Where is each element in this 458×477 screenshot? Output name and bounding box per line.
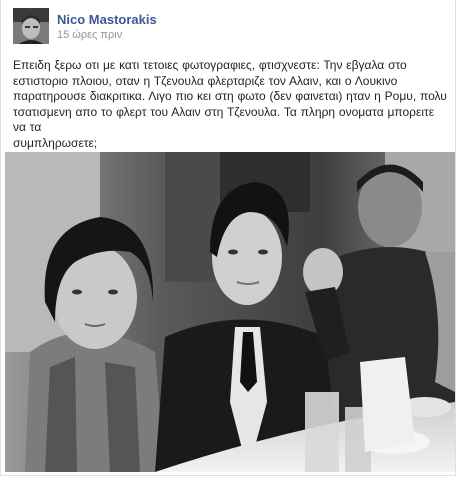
facebook-post: Nico Mastorakis 15 ώρες πριν Επειδη ξερω… — [0, 0, 456, 476]
post-text-line: τσατισμενη απο το φλερτ του Αλαιν στη Τζ… — [13, 104, 435, 135]
post-text-line: παρατηρουσε διακριτικα. Λιγο πιο κει στη… — [13, 89, 447, 103]
post-text-line: Επειδη ξερω οτι με κατι τετοιες φωτογραφ… — [13, 58, 407, 72]
author-name-link[interactable]: Nico Mastorakis — [57, 12, 157, 27]
avatar-image — [13, 8, 49, 44]
post-text: Επειδη ξερω οτι με κατι τετοιες φωτογραφ… — [13, 58, 447, 151]
post-timestamp[interactable]: 15 ώρες πριν — [57, 29, 122, 41]
photo-image — [5, 152, 455, 472]
avatar[interactable] — [13, 8, 49, 44]
post-text-line: συμπληρωσετε; — [13, 135, 98, 150]
post-photo[interactable] — [5, 152, 455, 472]
post-text-line: εστιστοριο πλοιου, οταν η Τζενουλα φλερτ… — [13, 73, 398, 88]
